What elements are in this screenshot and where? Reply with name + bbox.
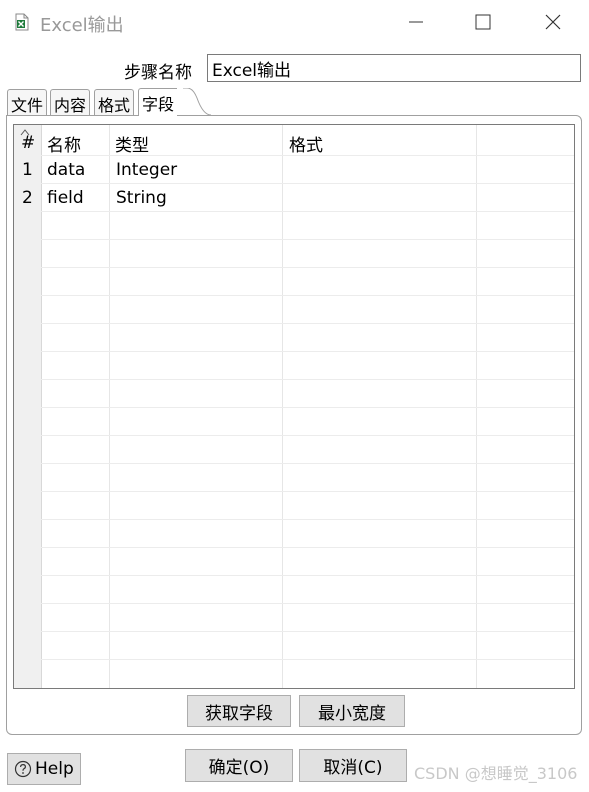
- header-name[interactable]: 名称: [47, 131, 81, 156]
- ok-button[interactable]: 确定(O): [185, 749, 293, 782]
- help-icon: [14, 760, 32, 778]
- row-divider: [41, 211, 574, 212]
- excel-file-icon: [15, 13, 29, 31]
- close-icon: [545, 14, 561, 30]
- watermark: CSDN @想睡觉_3106: [414, 764, 578, 783]
- step-name-input[interactable]: [207, 54, 581, 82]
- help-button[interactable]: Help: [7, 753, 81, 785]
- row-divider: [41, 603, 574, 604]
- row-divider: [41, 659, 574, 660]
- minimize-icon: [409, 21, 423, 23]
- row-divider: [41, 267, 574, 268]
- row-number-column: [14, 125, 42, 688]
- row-number: 1: [22, 160, 33, 180]
- field-name-cell[interactable]: data: [47, 160, 85, 180]
- row-divider: [41, 575, 574, 576]
- window-title: Excel输出: [40, 15, 124, 36]
- field-type-cell[interactable]: String: [116, 188, 167, 208]
- tab-file[interactable]: 文件: [7, 89, 48, 115]
- row-divider: [41, 491, 574, 492]
- row-divider: [41, 239, 574, 240]
- tab-content[interactable]: 内容: [50, 89, 91, 115]
- row-divider: [41, 155, 574, 156]
- fields-table[interactable]: # 名称 类型 格式 1 data Integer 2 field String: [13, 124, 575, 689]
- row-divider: [41, 295, 574, 296]
- row-divider: [41, 183, 574, 184]
- field-type-cell[interactable]: Integer: [116, 160, 177, 180]
- maximize-icon: [475, 14, 491, 30]
- row-divider: [41, 379, 574, 380]
- tab-fields[interactable]: 字段: [138, 88, 178, 116]
- minimize-button[interactable]: [394, 6, 438, 38]
- step-name-label: 步骤名称: [124, 63, 192, 83]
- cancel-button[interactable]: 取消(C): [299, 749, 407, 782]
- help-label: Help: [35, 759, 74, 779]
- row-divider: [41, 547, 574, 548]
- row-divider: [41, 351, 574, 352]
- header-format[interactable]: 格式: [289, 131, 323, 156]
- row-number: 2: [22, 188, 33, 208]
- maximize-button[interactable]: [461, 6, 505, 38]
- row-divider: [41, 463, 574, 464]
- row-divider: [41, 435, 574, 436]
- header-type[interactable]: 类型: [115, 131, 149, 156]
- min-width-button[interactable]: 最小宽度: [299, 695, 405, 727]
- tab-curve: [183, 88, 212, 116]
- row-divider: [41, 323, 574, 324]
- row-divider: [41, 631, 574, 632]
- title-bar: Excel输出: [0, 0, 589, 44]
- row-divider: [41, 519, 574, 520]
- tab-format[interactable]: 格式: [94, 89, 135, 115]
- close-button[interactable]: [531, 6, 575, 38]
- get-fields-button[interactable]: 获取字段: [187, 695, 291, 727]
- field-name-cell[interactable]: field: [47, 188, 84, 208]
- header-rownum[interactable]: #: [21, 133, 35, 153]
- row-divider: [41, 407, 574, 408]
